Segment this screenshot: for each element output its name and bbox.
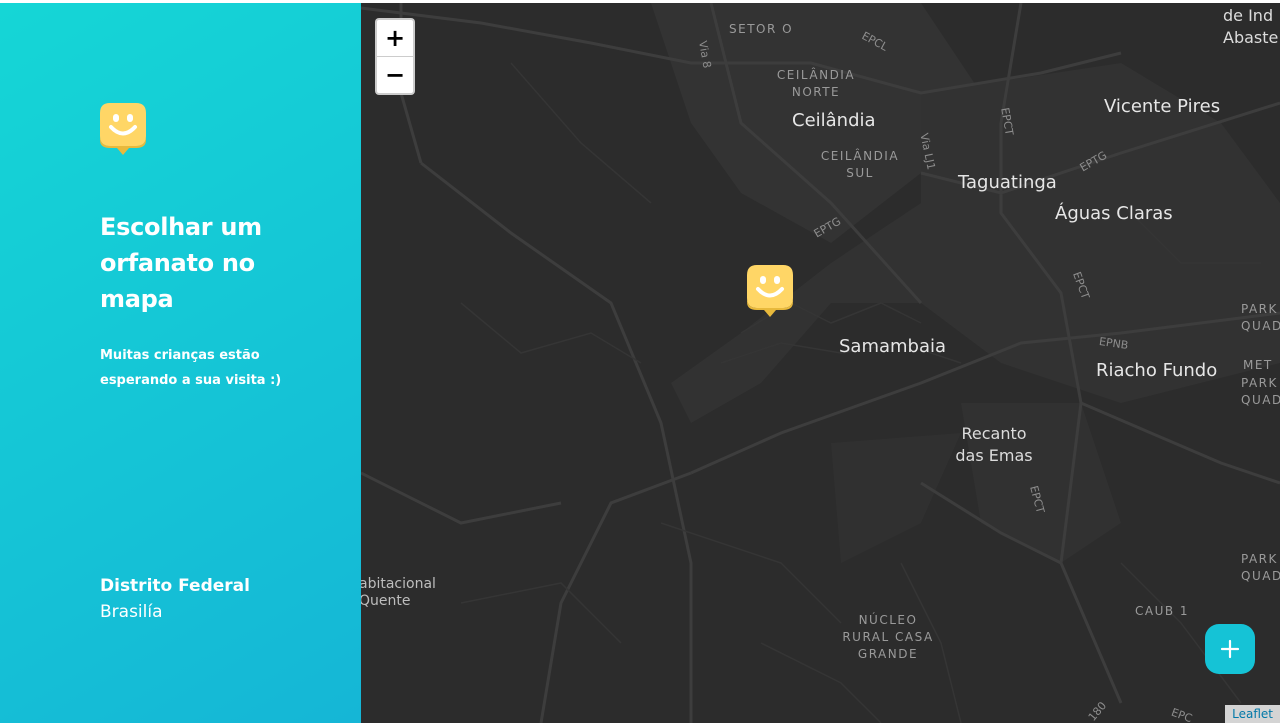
map-attribution-link[interactable]: Leaflet (1225, 705, 1280, 723)
map-label-setor-o: SETOR O (729, 22, 794, 36)
map-label-park-quadra-3: PARK QUAD (1241, 552, 1280, 583)
app-root: Escolhar um orfanato no mapa Muitas cria… (0, 0, 1280, 723)
smiley-pin-icon (100, 103, 146, 155)
map-label-taguatinga: Taguatinga (958, 172, 1057, 193)
location-info: Distrito Federal Brasilía (100, 573, 250, 625)
location-city: Brasilía (100, 602, 163, 622)
map-label-ceilandia: Ceilândia (792, 110, 876, 131)
map-label-vicente-pires: Vicente Pires (1104, 96, 1221, 117)
page-title: Escolhar um orfanato no mapa (100, 213, 262, 313)
map-label-park-quadra-2: PARK QUAD (1241, 376, 1280, 407)
zoom-in-button[interactable]: + (377, 20, 413, 57)
zoom-control: + − (375, 18, 415, 95)
map-label-met: MET (1243, 358, 1273, 372)
zoom-out-button[interactable]: − (377, 57, 413, 93)
map-label-park-quadra-1: PARK QUADR (1241, 302, 1280, 333)
map-label-de-ind: de Ind Abaste (1223, 6, 1279, 47)
map-label-riacho-fundo: Riacho Fundo (1096, 360, 1218, 381)
map-label-ceilandia-norte: CEILÂNDIA NORTE (776, 68, 856, 99)
orphanage-marker-icon[interactable] (747, 265, 793, 317)
map-label-nucleo-rural: NÚCLEO RURAL CASA GRANDE (842, 613, 934, 661)
map-label-caub: CAUB 1 (1135, 604, 1190, 618)
map-container[interactable]: SETOR O EPCL Via 8 CEILÂNDIA NORTE Ceilâ… (361, 3, 1280, 723)
add-orphanage-button[interactable] (1205, 624, 1255, 674)
page-subtitle: Muitas crianças estão esperando a sua vi… (100, 348, 282, 388)
map-label-recanto-das-emas: Recanto das Emas (955, 424, 1033, 465)
map-label-samambaia: Samambaia (839, 336, 947, 357)
map-label-ceilandia-sul: CEILÂNDIA SUL (820, 149, 900, 180)
map-label-habitacional: abitacional Quente (361, 576, 436, 609)
map-label-aguas-claras: Águas Claras (1055, 203, 1173, 224)
location-state: Distrito Federal (100, 576, 250, 596)
sidebar: Escolhar um orfanato no mapa Muitas cria… (0, 3, 361, 723)
plus-icon (1220, 639, 1240, 659)
top-border (0, 0, 1280, 3)
